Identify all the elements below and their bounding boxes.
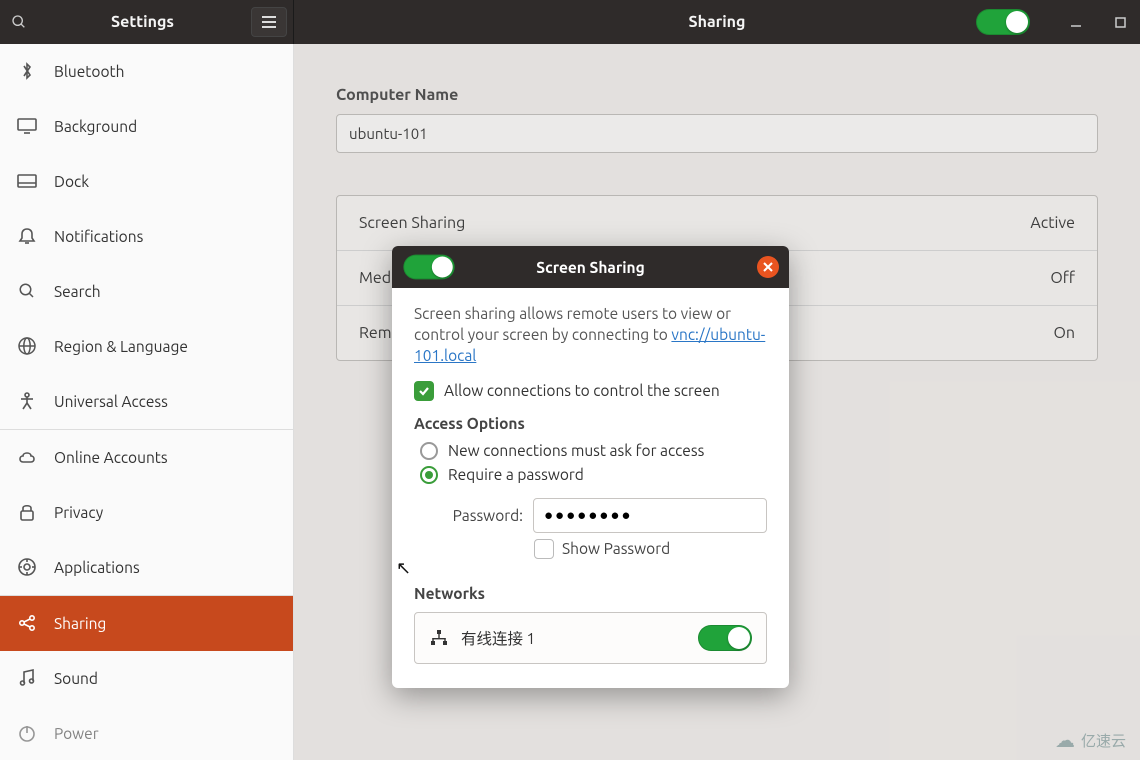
sidebar-item-label: Sound <box>54 670 98 687</box>
check-icon <box>418 385 430 397</box>
sidebar-item-search[interactable]: Search <box>0 264 293 319</box>
sidebar: Bluetooth Background Dock Notifications … <box>0 44 294 760</box>
maximize-icon <box>1115 17 1126 28</box>
share-icon <box>16 612 38 634</box>
power-icon <box>16 722 38 744</box>
password-input[interactable] <box>533 498 767 533</box>
dialog-body: Screen sharing allows remote users to vi… <box>392 288 789 688</box>
dock-icon <box>16 170 38 192</box>
dialog-description: Screen sharing allows remote users to vi… <box>414 304 767 367</box>
networks-box: 有线连接 1 <box>414 612 767 664</box>
radio-require-password-input[interactable] <box>420 466 438 484</box>
page-title: Sharing <box>689 13 746 31</box>
sidebar-item-label: Search <box>54 283 101 300</box>
cursor-pointer-icon: ↖ <box>396 558 411 579</box>
sidebar-item-privacy[interactable]: Privacy <box>0 485 293 540</box>
apps-icon <box>16 556 38 578</box>
dialog-header: Screen Sharing <box>392 246 789 288</box>
allow-control-row[interactable]: Allow connections to control the screen <box>414 381 767 401</box>
sidebar-item-label: Notifications <box>54 228 143 245</box>
allow-control-checkbox[interactable] <box>414 381 434 401</box>
radio-ask-access-input[interactable] <box>420 442 438 460</box>
hamburger-menu-button[interactable] <box>251 7 287 37</box>
watermark-icon: ☁ <box>1055 728 1075 752</box>
sidebar-item-universal-access[interactable]: Universal Access <box>0 374 293 429</box>
access-options-heading: Access Options <box>414 415 767 432</box>
sidebar-item-label: Online Accounts <box>54 449 168 466</box>
window-minimize-button[interactable] <box>1066 12 1086 32</box>
sidebar-item-label: Privacy <box>54 504 103 521</box>
sidebar-item-label: Power <box>54 725 99 742</box>
dialog-close-button[interactable] <box>757 256 779 278</box>
search-icon <box>11 14 27 30</box>
minimize-icon <box>1070 16 1082 28</box>
password-row: Password: <box>428 498 767 533</box>
show-password-checkbox[interactable] <box>534 539 554 559</box>
screen-sharing-toggle[interactable] <box>403 255 454 280</box>
screen-sharing-dialog: Screen Sharing Screen sharing allows rem… <box>392 246 789 688</box>
display-icon <box>16 115 38 137</box>
radio-ask-access-label: New connections must ask for access <box>448 442 704 459</box>
window-maximize-button[interactable] <box>1110 12 1130 32</box>
cloud-icon <box>16 446 38 468</box>
music-icon <box>16 667 38 689</box>
show-password-label: Show Password <box>562 540 670 557</box>
watermark: ☁ 亿速云 <box>1055 728 1126 752</box>
titlebar-left: Settings <box>0 0 294 44</box>
watermark-text: 亿速云 <box>1081 730 1126 751</box>
close-icon <box>763 262 773 272</box>
lock-icon <box>16 501 38 523</box>
titlebar-right: Sharing <box>294 0 1140 44</box>
sidebar-item-bluetooth[interactable]: Bluetooth <box>0 44 293 99</box>
search-icon <box>16 280 38 302</box>
sidebar-item-label: Bluetooth <box>54 63 124 80</box>
show-password-row[interactable]: Show Password <box>534 539 767 559</box>
sharing-master-toggle[interactable] <box>976 9 1030 35</box>
sidebar-item-label: Background <box>54 118 137 135</box>
sidebar-item-applications[interactable]: Applications <box>0 540 293 595</box>
network-toggle[interactable] <box>698 625 752 651</box>
search-icon-button[interactable] <box>4 7 34 37</box>
sidebar-item-background[interactable]: Background <box>0 99 293 154</box>
globe-icon <box>16 335 38 357</box>
sidebar-item-dock[interactable]: Dock <box>0 154 293 209</box>
window-controls <box>1066 12 1130 32</box>
radio-require-password-label: Require a password <box>448 466 584 483</box>
sidebar-item-label: Universal Access <box>54 393 168 410</box>
wired-network-icon <box>429 628 449 648</box>
sidebar-item-label: Sharing <box>54 615 106 632</box>
bluetooth-icon <box>16 60 38 82</box>
network-name: 有线连接 1 <box>461 627 535 649</box>
titlebar: Settings Sharing <box>0 0 1140 44</box>
sidebar-item-online-accounts[interactable]: Online Accounts <box>0 430 293 485</box>
app-title: Settings <box>34 13 251 31</box>
sidebar-item-notifications[interactable]: Notifications <box>0 209 293 264</box>
bell-icon <box>16 225 38 247</box>
password-label: Password: <box>428 507 523 524</box>
hamburger-icon <box>261 15 277 29</box>
radio-ask-access[interactable]: New connections must ask for access <box>420 442 767 460</box>
sidebar-item-region-language[interactable]: Region & Language <box>0 319 293 374</box>
allow-control-label: Allow connections to control the screen <box>444 382 720 399</box>
sidebar-item-label: Region & Language <box>54 338 188 355</box>
accessibility-icon <box>16 390 38 412</box>
radio-require-password[interactable]: Require a password <box>420 466 767 484</box>
network-row[interactable]: 有线连接 1 <box>415 613 766 663</box>
sidebar-item-label: Applications <box>54 559 140 576</box>
sidebar-item-sharing[interactable]: Sharing <box>0 596 293 651</box>
sidebar-item-sound[interactable]: Sound <box>0 651 293 706</box>
networks-heading: Networks <box>414 585 767 602</box>
sidebar-item-label: Dock <box>54 173 89 190</box>
sidebar-item-power[interactable]: Power <box>0 706 293 760</box>
